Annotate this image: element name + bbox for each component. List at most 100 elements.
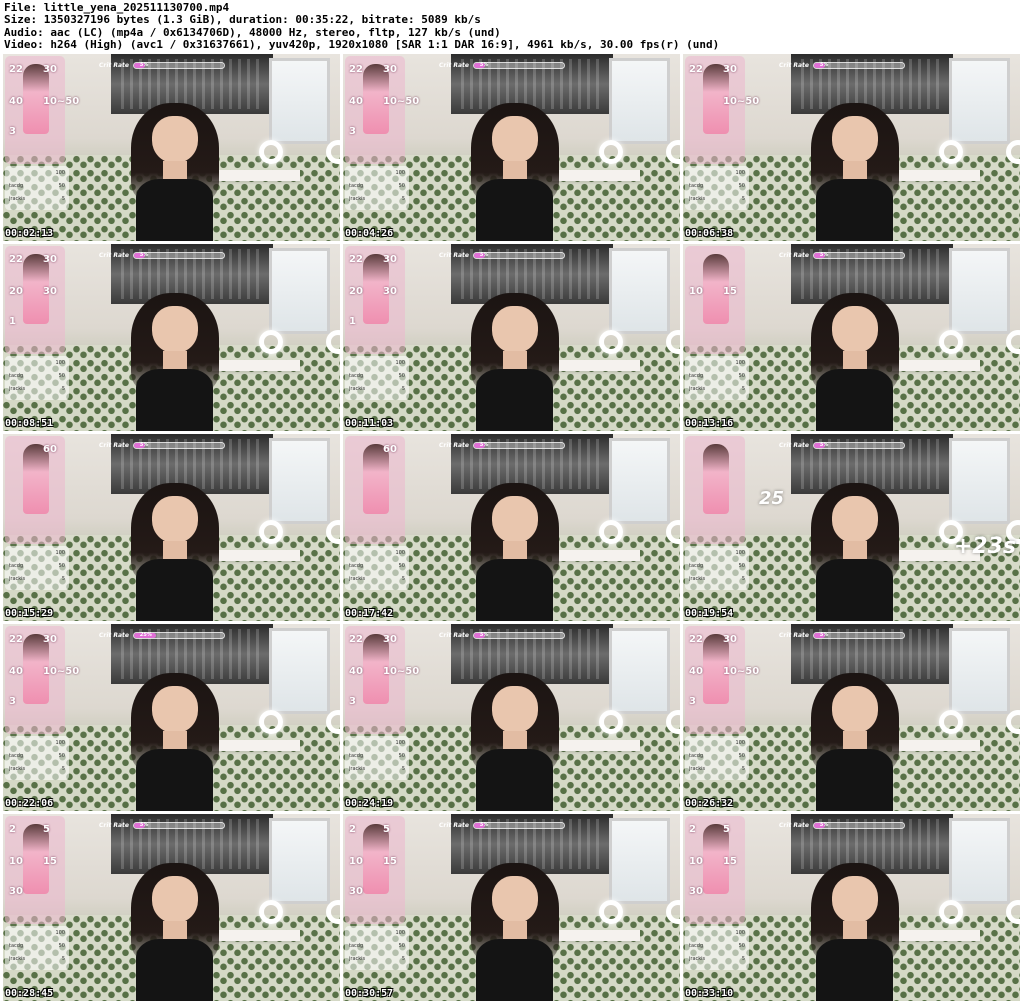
tipper-leaderboard: 100 tacdg 50 jrackis 5 <box>345 926 409 970</box>
top <box>136 748 214 811</box>
video-frame-thumbnail[interactable]: Crit Rate 5% 22 30 20 30 1 100 tacdg 50 jrackis 5 00… <box>3 244 340 431</box>
video-frame-thumbnail[interactable]: Crit Rate 5% 22 30 10~50 100 tacdg 50 jrackis 5 00… <box>683 54 1020 241</box>
streamer <box>811 672 899 811</box>
leaderboard-row: tacdg 50 <box>5 179 69 192</box>
crit-rate-percent: 5% <box>819 61 829 68</box>
leaderboard-name: jrackis <box>689 955 706 962</box>
video-info-line: Video: h264 (High) (avc1 / 0x31637661), … <box>4 38 720 52</box>
window <box>269 437 330 524</box>
timestamp-label: 00:17:42 <box>345 608 394 619</box>
face <box>152 686 198 734</box>
leaderboard-value: 100 <box>735 739 745 746</box>
top <box>816 558 894 621</box>
crit-rate-track: 5% <box>812 441 905 449</box>
leaderboard-row: tacdg 50 <box>5 939 69 952</box>
leaderboard-name: jrackis <box>349 575 366 582</box>
streamer <box>131 292 219 431</box>
tipper-leaderboard: 100 tacdg 50 jrackis 5 <box>5 546 69 590</box>
crit-rate-percent: 5% <box>479 251 489 258</box>
ring-light-icon <box>939 900 964 925</box>
leaderboard-name: tacdg <box>9 182 24 189</box>
tip-menu-widget: 22 30 10~50 <box>685 56 759 164</box>
tip-menu-value: 20 <box>349 286 363 297</box>
top <box>136 558 214 621</box>
tip-menu-value: 2 <box>9 824 16 835</box>
tip-menu-value: 22 <box>349 634 363 645</box>
tip-menu-value: 30 <box>689 886 703 897</box>
video-frame-thumbnail[interactable]: Crit Rate 5% 22 30 40 10~50 3 100 tacdg 50 jrackis… <box>343 54 680 241</box>
tipper-leaderboard: 100 tacdg 50 jrackis 5 <box>345 166 409 210</box>
video-frame-thumbnail[interactable]: Crit Rate 5% 22 30 40 10~50 3 100 tacdg 50 jrackis… <box>3 54 340 241</box>
video-frame-thumbnail[interactable]: Crit Rate 25% 22 30 40 10~50 3 100 tacdg 50 jracki… <box>3 624 340 811</box>
face <box>492 306 538 354</box>
tip-menu-widget: 22 30 40 10~50 3 <box>685 626 759 734</box>
crit-rate-track: 5% <box>812 251 905 259</box>
tip-menu-value: 40 <box>9 666 23 677</box>
tip-menu-value: 60 <box>43 444 57 455</box>
wall-shelf <box>551 169 640 182</box>
video-frame-thumbnail[interactable]: Crit Rate 5% 60 100 tacdg 50 jrackis 5 00:15:29 <box>3 434 340 621</box>
wall-shelf <box>891 739 980 752</box>
window <box>269 57 330 144</box>
video-frame-thumbnail[interactable]: Crit Rate 5% 22 30 20 30 1 100 tacdg 50 jrackis 5 00… <box>343 244 680 431</box>
tip-menu-value: 22 <box>689 634 703 645</box>
tip-menu-widget: 22 30 40 10~50 3 <box>345 56 419 164</box>
tip-menu-value: 10 <box>9 856 23 867</box>
tip-menu-value: 10~50 <box>723 96 760 107</box>
video-frame-thumbnail[interactable]: Crit Rate 5% 10 15 100 tacdg 50 jrackis 5 00:13:1… <box>683 244 1020 431</box>
leaderboard-value: 50 <box>738 752 745 759</box>
tipper-leaderboard: 100 tacdg 50 jrackis 5 <box>345 356 409 400</box>
file-info-header: File: little_yena_202511130700.mp4 Size:… <box>0 0 1024 54</box>
video-frame-thumbnail[interactable]: Crit Rate 5% 2 5 10 15 30 100 tacdg 50 jrackis 5 00:… <box>343 814 680 1001</box>
leaderboard-row: jrackis 5 <box>5 382 69 395</box>
leaderboard-row: 100 <box>685 736 749 749</box>
leaderboard-name: tacdg <box>349 182 364 189</box>
video-frame-thumbnail[interactable]: Crit Rate 5% 100 tacdg 50 jrackis 5 25 +23s 00:19… <box>683 434 1020 621</box>
leaderboard-row: jrackis 5 <box>345 762 409 775</box>
wall-shelf <box>551 739 640 752</box>
ring-light-icon <box>259 710 284 735</box>
face <box>152 116 198 164</box>
window <box>269 247 330 334</box>
top <box>816 178 894 241</box>
face <box>832 876 878 924</box>
leaderboard-value: 50 <box>58 562 65 569</box>
top <box>476 938 554 1001</box>
top <box>476 748 554 811</box>
crit-rate-label: Crit Rate <box>439 821 469 829</box>
leaderboard-row: jrackis 5 <box>5 952 69 965</box>
tip-menu-widget: 22 30 20 30 1 <box>5 246 65 354</box>
video-frame-thumbnail[interactable]: Crit Rate 5% 22 30 40 10~50 3 100 tacdg 50 jrackis… <box>683 624 1020 811</box>
leaderboard-row: tacdg 50 <box>5 369 69 382</box>
timestamp-label: 00:24:19 <box>345 798 394 809</box>
crit-rate-label: Crit Rate <box>99 251 129 259</box>
top <box>816 938 894 1001</box>
tip-menu-value: 30 <box>43 286 57 297</box>
face <box>832 686 878 734</box>
tip-menu-widget: 2 5 10 15 30 <box>345 816 405 924</box>
crit-rate-percent: 5% <box>139 61 149 68</box>
leaderboard-name: jrackis <box>689 765 706 772</box>
leaderboard-name: tacdg <box>9 942 24 949</box>
leaderboard-name: tacdg <box>349 562 364 569</box>
tip-menu-widget: 22 30 40 10~50 3 <box>345 626 419 734</box>
crit-rate-track: 5% <box>132 821 225 829</box>
crit-rate-track: 5% <box>472 251 565 259</box>
crit-rate-label: Crit Rate <box>99 61 129 69</box>
video-frame-thumbnail[interactable]: Crit Rate 5% 2 5 10 15 30 100 tacdg 50 jrackis 5 00:… <box>683 814 1020 1001</box>
tip-menu-value: 30 <box>9 886 23 897</box>
video-frame-thumbnail[interactable]: Crit Rate 5% 60 100 tacdg 50 jrackis 5 00:17:42 <box>343 434 680 621</box>
timestamp-label: 00:13:16 <box>685 418 734 429</box>
video-frame-thumbnail[interactable]: Crit Rate 5% 2 5 10 15 30 100 tacdg 50 jrackis 5 00:… <box>3 814 340 1001</box>
leaderboard-row: 100 <box>5 926 69 939</box>
timestamp-label: 00:11:03 <box>345 418 394 429</box>
leaderboard-row: jrackis 5 <box>685 572 749 585</box>
crit-rate-bar: Crit Rate 5% <box>779 250 905 260</box>
tip-menu-widget: 22 30 20 30 1 <box>345 246 405 354</box>
tipper-leaderboard: 100 tacdg 50 jrackis 5 <box>5 166 69 210</box>
crit-rate-percent: 5% <box>139 821 149 828</box>
crit-rate-percent: 5% <box>139 441 149 448</box>
tipper-leaderboard: 100 tacdg 50 jrackis 5 <box>345 736 409 780</box>
video-frame-thumbnail[interactable]: Crit Rate 5% 22 30 40 10~50 3 100 tacdg 50 jrackis… <box>343 624 680 811</box>
top <box>816 368 894 431</box>
